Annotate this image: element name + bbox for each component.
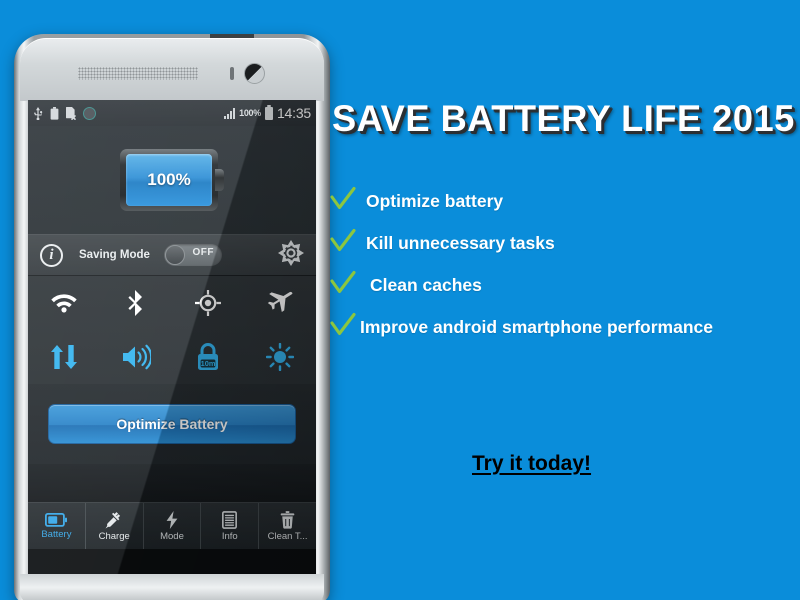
- list-item: Optimize battery: [330, 186, 790, 217]
- volume-icon: [123, 344, 151, 370]
- toggle-gps[interactable]: [194, 289, 222, 317]
- promo-banner: 100% 14:35 100% i Saving Mode OFF 10m Op…: [0, 0, 800, 600]
- nav-label-charge: Charge: [98, 530, 130, 542]
- gps-location-icon: [195, 290, 221, 316]
- saving-mode-toggle[interactable]: OFF: [163, 244, 222, 266]
- airplane-icon: [267, 291, 293, 312]
- screen-lock-icon: 10m: [198, 343, 218, 370]
- action-area: Optimize Battery: [28, 384, 316, 464]
- nav-item-charge[interactable]: Charge: [86, 503, 144, 549]
- nav-label-info: Info: [221, 530, 238, 542]
- gear-icon: [277, 239, 305, 266]
- toggle-bluetooth[interactable]: [126, 289, 146, 317]
- list-item: Improve android smartphone performance: [330, 312, 790, 343]
- trash-icon: [280, 510, 295, 529]
- bottom-navigation-bar: Battery Charge Mode Info Clean T...: [28, 502, 316, 549]
- toggle-wifi[interactable]: [49, 291, 79, 315]
- bluetooth-icon: [128, 290, 142, 316]
- battery-terminal: [215, 169, 224, 191]
- phone-bottom-bezel: [20, 574, 324, 600]
- nav-item-info[interactable]: Info: [201, 503, 260, 549]
- list-item: Kill unnecessary tasks: [330, 228, 790, 259]
- nav-item-battery[interactable]: Battery: [28, 503, 86, 549]
- battery-level-graphic: 100%: [120, 149, 224, 211]
- battery-fill: 100%: [126, 154, 212, 206]
- saving-mode-toggle-state: OFF: [192, 247, 214, 258]
- list-item-label: Optimize battery: [366, 191, 504, 211]
- android-status-bar: 100% 14:35: [28, 100, 316, 126]
- screen-spacer: [28, 464, 316, 502]
- optimize-battery-button[interactable]: Optimize Battery: [48, 404, 296, 444]
- file-error-icon: [66, 106, 76, 120]
- saving-mode-row[interactable]: i Saving Mode OFF: [28, 234, 316, 276]
- list-item-label: Improve android smartphone performance: [360, 317, 713, 337]
- toggle-brightness[interactable]: [266, 343, 294, 371]
- toggle-data-sync[interactable]: [49, 343, 79, 371]
- screen-bottom-fill: [28, 549, 316, 574]
- earpiece-speaker-icon: [78, 67, 198, 80]
- brightness-icon: [266, 343, 294, 371]
- list-item: Clean caches: [330, 270, 790, 301]
- check-icon: [330, 270, 360, 301]
- circle-badge-icon: [83, 106, 96, 120]
- call-to-action-text[interactable]: Try it today!: [472, 452, 591, 476]
- status-battery-percent: 100%: [239, 108, 261, 118]
- document-icon: [222, 510, 238, 529]
- check-icon: [330, 228, 360, 259]
- quick-toggles-grid: 10m: [28, 276, 316, 384]
- saving-mode-label: Saving Mode: [79, 249, 150, 261]
- nav-item-clean-task[interactable]: Clean T...: [259, 503, 316, 549]
- front-camera-icon: [244, 63, 265, 84]
- signal-strength-icon: [224, 107, 236, 119]
- toggle-knob: [164, 245, 185, 265]
- phone-mockup: 100% 14:35 100% i Saving Mode OFF 10m Op…: [14, 34, 330, 600]
- status-bar-right-icons: 100% 14:35: [224, 104, 311, 121]
- screen-lock-timeout-label: 10m: [201, 359, 216, 368]
- info-icon[interactable]: i: [40, 243, 63, 267]
- battery-icon: [45, 512, 68, 527]
- phone-top-bezel: [20, 38, 324, 101]
- lightning-icon: [166, 510, 178, 529]
- feature-list: Optimize battery Kill unnecessary tasks …: [330, 186, 790, 354]
- wifi-icon: [51, 294, 77, 313]
- nav-item-mode[interactable]: Mode: [144, 503, 202, 549]
- nav-label-mode: Mode: [160, 530, 184, 542]
- toggle-screen-lock[interactable]: 10m: [195, 342, 221, 372]
- settings-button[interactable]: [277, 239, 305, 271]
- status-battery-icon: [264, 104, 273, 120]
- proximity-sensor-icon: [230, 67, 234, 80]
- page-title: SAVE BATTERY LIFE 2015: [332, 98, 795, 139]
- nav-label-clean-task: Clean T...: [267, 530, 308, 542]
- battery-icon: [50, 106, 59, 120]
- list-item-label: Kill unnecessary tasks: [366, 233, 555, 253]
- battery-level-label: 100%: [147, 170, 191, 189]
- nav-label-battery: Battery: [41, 528, 72, 540]
- status-bar-left-icons: [33, 106, 96, 120]
- battery-widget-area: 100%: [28, 126, 316, 234]
- check-icon: [330, 312, 356, 343]
- charge-plug-icon: [105, 511, 121, 528]
- toggle-airplane[interactable]: [266, 290, 294, 316]
- list-item-label: Clean caches: [370, 275, 482, 295]
- usb-icon: [34, 106, 43, 120]
- status-clock: 14:35: [276, 105, 311, 121]
- toggle-volume[interactable]: [121, 344, 151, 370]
- data-sync-icon: [51, 345, 77, 369]
- check-icon: [330, 186, 360, 217]
- phone-screen: 100% 14:35 100% i Saving Mode OFF 10m Op…: [28, 100, 316, 574]
